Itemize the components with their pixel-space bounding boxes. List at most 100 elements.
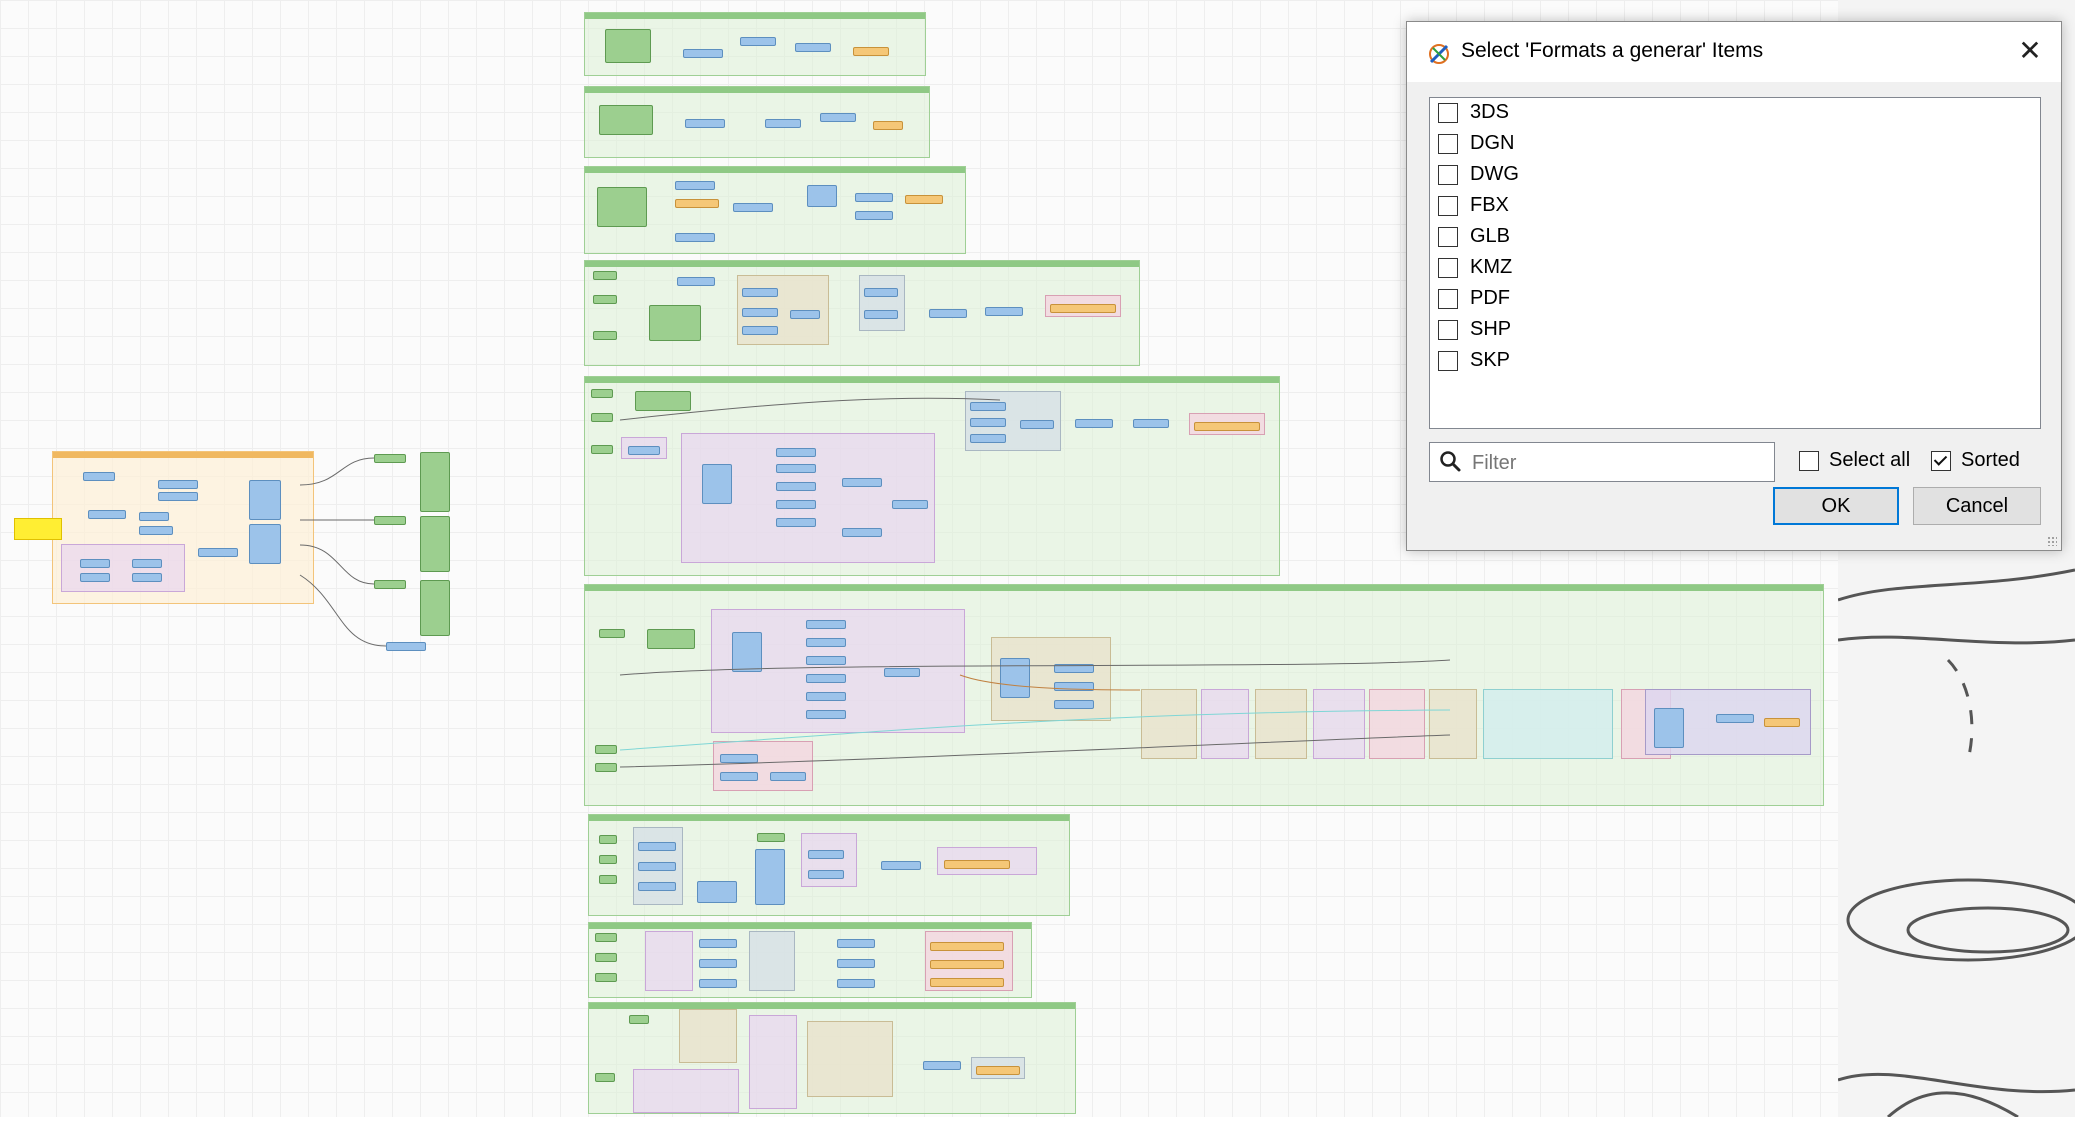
- transformer-node[interactable]: [837, 979, 875, 988]
- sub-bookmark[interactable]: [1429, 689, 1477, 759]
- transformer-node[interactable]: [1654, 708, 1684, 748]
- transformer-node[interactable]: [776, 464, 816, 473]
- transformer-node[interactable]: [697, 881, 737, 903]
- transformer-node[interactable]: [733, 203, 773, 212]
- sub-bookmark[interactable]: [1369, 689, 1425, 759]
- sub-bookmark[interactable]: [859, 275, 905, 331]
- transformer-node[interactable]: [929, 309, 967, 318]
- bookmark-4[interactable]: [584, 260, 1140, 366]
- reader-node[interactable]: [595, 933, 617, 942]
- sub-bookmark[interactable]: [1189, 413, 1265, 435]
- writer-node[interactable]: [873, 121, 903, 130]
- ok-button[interactable]: OK: [1773, 487, 1899, 525]
- transformer-node[interactable]: [139, 512, 169, 521]
- reader-node[interactable]: [595, 745, 617, 754]
- bookmark-7[interactable]: [588, 814, 1070, 916]
- checkbox[interactable]: [1438, 320, 1458, 340]
- transformer-node[interactable]: [699, 959, 737, 968]
- transformer-node[interactable]: [158, 480, 198, 489]
- transformer-node[interactable]: [884, 668, 920, 677]
- sub-bookmark[interactable]: [621, 437, 667, 459]
- writer-node[interactable]: [853, 47, 889, 56]
- sub-bookmark[interactable]: [937, 847, 1037, 875]
- items-list[interactable]: 3DS DGN DWG FBX GLB KMZ PDF SHP SKP: [1429, 97, 2041, 429]
- reader-node[interactable]: [591, 445, 613, 454]
- transformer-node[interactable]: [732, 632, 762, 672]
- reader-node[interactable]: [629, 1015, 649, 1024]
- sub-bookmark[interactable]: [965, 391, 1061, 451]
- sorted-option[interactable]: Sorted: [1931, 446, 2041, 476]
- sub-bookmark[interactable]: [737, 275, 829, 345]
- transformer-node[interactable]: [638, 862, 676, 871]
- transformer-node[interactable]: [776, 482, 816, 491]
- writer-node[interactable]: [930, 960, 1004, 969]
- reader-node[interactable]: [595, 953, 617, 962]
- transformer-node[interactable]: [1054, 664, 1094, 673]
- writer-node[interactable]: [420, 516, 450, 572]
- reader-node[interactable]: [374, 454, 406, 463]
- sub-bookmark[interactable]: [711, 609, 965, 733]
- transformer-node[interactable]: [1054, 682, 1094, 691]
- reader-node[interactable]: [635, 391, 691, 411]
- list-item-skp[interactable]: SKP: [1438, 346, 1738, 376]
- transformer-node[interactable]: [755, 849, 785, 905]
- writer-node[interactable]: [930, 942, 1004, 951]
- transformer-node[interactable]: [808, 870, 844, 879]
- transformer-node[interactable]: [742, 326, 778, 335]
- transformer-node[interactable]: [139, 526, 173, 535]
- transformer-node[interactable]: [638, 882, 676, 891]
- transformer-node[interactable]: [776, 500, 816, 509]
- bookmark-left-group[interactable]: [52, 451, 314, 604]
- resize-grip[interactable]: [2047, 536, 2057, 546]
- bookmark-9[interactable]: [588, 1002, 1076, 1114]
- list-item-dwg[interactable]: DWG: [1438, 160, 1738, 190]
- bookmark-5[interactable]: [584, 376, 1280, 576]
- checkbox[interactable]: [1438, 289, 1458, 309]
- checkbox[interactable]: [1438, 258, 1458, 278]
- bookmark-2[interactable]: [584, 86, 930, 158]
- transformer-node[interactable]: [699, 939, 737, 948]
- transformer-node[interactable]: [386, 642, 426, 651]
- transformer-node[interactable]: [699, 979, 737, 988]
- transformer-node[interactable]: [628, 446, 660, 455]
- sub-bookmark[interactable]: [1483, 689, 1613, 759]
- annotation-note[interactable]: [14, 518, 62, 540]
- reader-node[interactable]: [595, 763, 617, 772]
- writer-node[interactable]: [944, 860, 1010, 869]
- reader-node[interactable]: [605, 29, 651, 63]
- transformer-node[interactable]: [677, 277, 715, 286]
- sub-bookmark[interactable]: [971, 1057, 1025, 1079]
- transformer-node[interactable]: [158, 492, 198, 501]
- transformer-node[interactable]: [970, 418, 1006, 427]
- reader-node[interactable]: [757, 833, 785, 842]
- sub-bookmark[interactable]: [801, 833, 857, 887]
- sub-bookmark[interactable]: [681, 433, 935, 563]
- transformer-node[interactable]: [806, 656, 846, 665]
- writer-node[interactable]: [420, 580, 450, 636]
- cancel-button[interactable]: Cancel: [1913, 487, 2041, 525]
- bookmark-3[interactable]: [584, 166, 966, 254]
- transformer-node[interactable]: [795, 43, 831, 52]
- bookmark-8[interactable]: [588, 922, 1032, 998]
- transformer-node[interactable]: [83, 472, 115, 481]
- checkbox[interactable]: [1438, 103, 1458, 123]
- transformer-node[interactable]: [1000, 658, 1030, 698]
- transformer-node[interactable]: [837, 959, 875, 968]
- sub-bookmark[interactable]: [1313, 689, 1365, 759]
- sub-bookmark[interactable]: [991, 637, 1111, 721]
- reader-node[interactable]: [593, 271, 617, 280]
- transformer-node[interactable]: [675, 199, 719, 208]
- transformer-node[interactable]: [806, 692, 846, 701]
- transformer-node[interactable]: [675, 181, 715, 190]
- transformer-node[interactable]: [1133, 419, 1169, 428]
- sub-bookmark[interactable]: [679, 1009, 737, 1063]
- transformer-node[interactable]: [198, 548, 238, 557]
- transformer-node[interactable]: [842, 528, 882, 537]
- transformer-node[interactable]: [806, 674, 846, 683]
- sub-bookmark[interactable]: [1141, 689, 1197, 759]
- reader-node[interactable]: [649, 305, 701, 341]
- transformer-node[interactable]: [985, 307, 1023, 316]
- transformer-node[interactable]: [132, 559, 162, 568]
- reader-node[interactable]: [374, 580, 406, 589]
- transformer-node[interactable]: [1020, 420, 1054, 429]
